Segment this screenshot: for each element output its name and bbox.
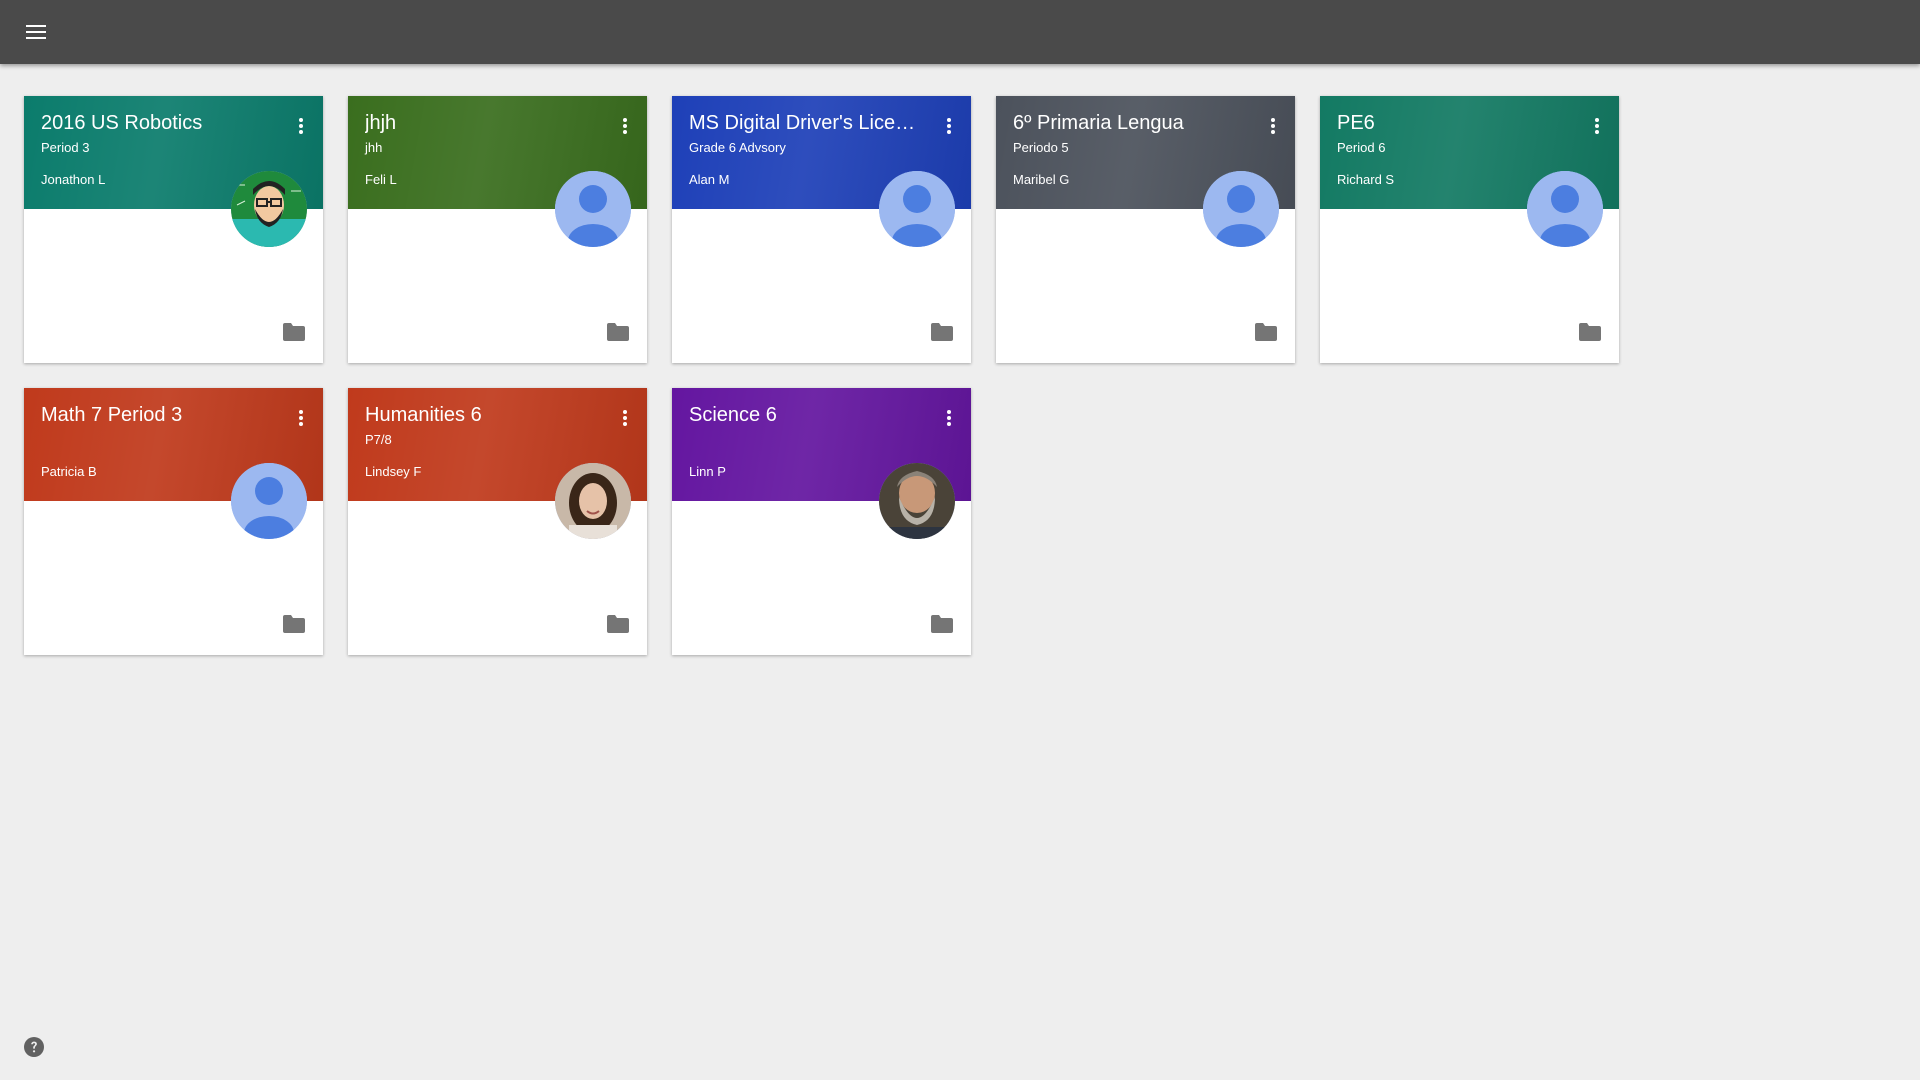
main-menu-button[interactable] <box>20 16 52 48</box>
class-options-button[interactable] <box>937 112 961 140</box>
class-section: Grade 6 Advsory <box>689 140 786 155</box>
class-title[interactable]: 2016 US Robotics <box>41 112 271 135</box>
class-options-button[interactable] <box>289 404 313 432</box>
class-title[interactable]: PE6 <box>1337 112 1567 135</box>
default-avatar-icon <box>1527 171 1603 247</box>
class-options-button[interactable] <box>937 404 961 432</box>
top-app-bar <box>0 0 1920 64</box>
class-card[interactable]: Humanities 6 P7/8 Lindsey F <box>348 388 647 655</box>
folder-icon <box>607 615 629 633</box>
class-title[interactable]: 6º Primaria Lengua <box>1013 112 1243 135</box>
folder-icon <box>607 323 629 341</box>
class-drive-folder-button[interactable] <box>283 615 305 633</box>
class-teacher: Linn P <box>689 464 726 479</box>
class-options-button[interactable] <box>1261 112 1285 140</box>
class-teacher: Patricia B <box>41 464 97 479</box>
class-drive-folder-button[interactable] <box>931 323 953 341</box>
class-options-button[interactable] <box>289 112 313 140</box>
more-vert-icon <box>299 410 303 426</box>
class-section: Period 6 <box>1337 140 1386 155</box>
class-card[interactable]: PE6 Period 6 Richard S <box>1320 96 1619 363</box>
default-avatar-icon <box>555 171 631 247</box>
default-avatar-icon <box>231 463 307 539</box>
class-card[interactable]: 6º Primaria Lengua Periodo 5 Maribel G <box>996 96 1295 363</box>
more-vert-icon <box>1595 118 1599 134</box>
class-section: jhh <box>365 140 383 155</box>
class-options-button[interactable] <box>613 112 637 140</box>
class-teacher: Jonathon L <box>41 172 106 187</box>
class-section: Period 3 <box>41 140 90 155</box>
folder-icon <box>1255 323 1277 341</box>
class-options-button[interactable] <box>1585 112 1609 140</box>
folder-icon <box>283 323 305 341</box>
folder-icon <box>931 323 953 341</box>
folder-icon <box>931 615 953 633</box>
class-options-button[interactable] <box>613 404 637 432</box>
more-vert-icon <box>623 118 627 134</box>
class-drive-folder-button[interactable] <box>1579 323 1601 341</box>
class-title[interactable]: MS Digital Driver's License <box>689 112 919 135</box>
class-title[interactable]: jhjh <box>365 112 595 135</box>
more-vert-icon <box>299 118 303 134</box>
class-drive-folder-button[interactable] <box>931 615 953 633</box>
class-card[interactable]: Math 7 Period 3 Patricia B <box>24 388 323 655</box>
more-vert-icon <box>947 118 951 134</box>
help-button[interactable] <box>22 1035 46 1059</box>
class-teacher: Richard S <box>1337 172 1395 187</box>
class-title[interactable]: Humanities 6 <box>365 404 595 427</box>
folder-icon <box>1579 323 1601 341</box>
class-drive-folder-button[interactable] <box>283 323 305 341</box>
teacher-photo <box>555 463 631 539</box>
class-card[interactable]: MS Digital Driver's License Grade 6 Advso… <box>672 96 971 363</box>
class-teacher: Feli L <box>365 172 397 187</box>
class-drive-folder-button[interactable] <box>607 615 629 633</box>
class-title[interactable]: Math 7 Period 3 <box>41 404 271 427</box>
class-title[interactable]: Science 6 <box>689 404 919 427</box>
more-vert-icon <box>1271 118 1275 134</box>
more-vert-icon <box>947 410 951 426</box>
more-vert-icon <box>623 410 627 426</box>
class-teacher: Alan M <box>689 172 730 187</box>
class-drive-folder-button[interactable] <box>607 323 629 341</box>
class-teacher: Lindsey F <box>365 464 422 479</box>
help-circle-icon <box>24 1037 44 1057</box>
default-avatar-icon <box>1203 171 1279 247</box>
cartoon-avatar <box>231 171 307 247</box>
class-card[interactable]: 2016 US Robotics Period 3 Jonathon L <box>24 96 323 363</box>
class-card[interactable]: jhjh jhh Feli L <box>348 96 647 363</box>
default-avatar-icon <box>879 171 955 247</box>
teacher-photo <box>879 463 955 539</box>
folder-icon <box>283 615 305 633</box>
class-teacher: Maribel G <box>1013 172 1070 187</box>
class-drive-folder-button[interactable] <box>1255 323 1277 341</box>
class-section: Periodo 5 <box>1013 140 1069 155</box>
class-card[interactable]: Science 6 Linn P <box>672 388 971 655</box>
class-section: P7/8 <box>365 432 392 447</box>
hamburger-menu-icon <box>26 25 46 39</box>
